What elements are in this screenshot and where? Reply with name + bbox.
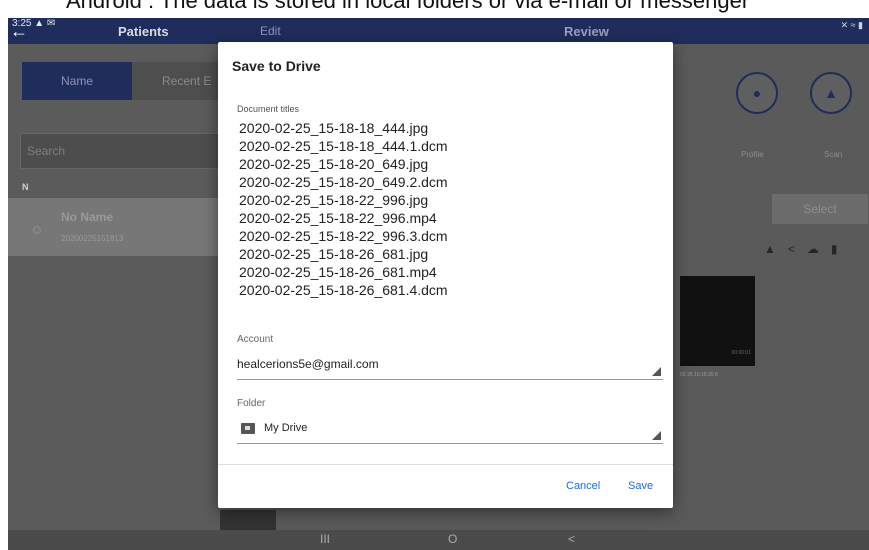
tab-patients[interactable]: Patients bbox=[118, 24, 169, 39]
back-arrow-icon[interactable]: ← bbox=[10, 22, 28, 40]
list-item: 2020-02-25_15-18-18_444.jpg bbox=[239, 120, 429, 136]
list-item: 2020-02-25_15-18-18_444.1.dcm bbox=[239, 138, 448, 154]
tab-edit[interactable]: Edit bbox=[260, 24, 281, 38]
nav-back-button[interactable]: < bbox=[568, 532, 575, 546]
list-item: 2020-02-25_15-18-22_996.mp4 bbox=[239, 210, 437, 226]
top-bar: 3:25 ▲ ✉ ← Patients Edit Review ✕ ≈ ▮ bbox=[8, 18, 869, 44]
save-button[interactable]: Save bbox=[628, 480, 653, 492]
cancel-button[interactable]: Cancel bbox=[566, 480, 600, 492]
list-item: 2020-02-25_15-18-20_649.2.dcm bbox=[239, 174, 448, 190]
person-icon: ☺ bbox=[30, 222, 44, 237]
select-button[interactable]: Select bbox=[772, 194, 868, 224]
search-input[interactable]: Search bbox=[20, 133, 220, 169]
patient-row[interactable]: ☺ No Name 20200225151813 bbox=[8, 198, 220, 256]
document-list: 2020-02-25_15-18-18_444.jpg 2020-02-25_1… bbox=[239, 119, 448, 299]
dropdown-arrow-icon bbox=[652, 431, 661, 440]
thumbnail-timestamp: 00:00:01 bbox=[731, 350, 751, 356]
status-icons: ✕ ≈ ▮ bbox=[840, 20, 863, 30]
divider bbox=[218, 464, 673, 465]
system-nav-bar: III O < bbox=[8, 530, 869, 550]
list-item: 2020-02-25_15-18-20_649.jpg bbox=[239, 156, 429, 172]
share-icon[interactable]: < bbox=[788, 242, 795, 256]
list-item: 2020-02-25_15-18-26_681.4.dcm bbox=[239, 282, 448, 298]
bottom-graphic bbox=[220, 510, 276, 530]
patient-id: 20200225151813 bbox=[61, 234, 124, 243]
group-header: N bbox=[22, 182, 29, 192]
action-icons: ▲ < ☁ ▮ bbox=[764, 242, 869, 256]
patient-name: No Name bbox=[61, 210, 114, 224]
account-value: healcerions5e@gmail.com bbox=[237, 357, 379, 371]
account-label: Account bbox=[237, 334, 274, 345]
document-titles-label: Document titles bbox=[237, 104, 300, 114]
dialog-title: Save to Drive bbox=[232, 58, 321, 74]
profile-button[interactable]: ● bbox=[736, 72, 778, 114]
probe-icon: ▲ bbox=[824, 85, 838, 101]
scan-button[interactable]: ▲ bbox=[810, 72, 852, 114]
list-item: 2020-02-25_15-18-26_681.jpg bbox=[239, 246, 429, 262]
list-item: 2020-02-25_15-18-22_996.3.dcm bbox=[239, 228, 448, 244]
home-button[interactable]: O bbox=[448, 532, 457, 546]
drive-folder-icon bbox=[241, 423, 255, 434]
sort-name-button[interactable]: Name bbox=[22, 62, 132, 100]
tab-review[interactable]: Review bbox=[564, 24, 609, 39]
dropdown-arrow-icon bbox=[652, 367, 661, 376]
person-icon: ● bbox=[752, 85, 762, 101]
caption-text: Android : The data is stored in local fo… bbox=[66, 0, 750, 13]
save-to-drive-dialog: Save to Drive Document titles 2020-02-25… bbox=[218, 42, 673, 508]
folder-dropdown[interactable]: My Drive bbox=[237, 418, 663, 444]
thumbnail-date: 02-25 15:18:26 8 bbox=[680, 372, 718, 378]
list-item: 2020-02-25_15-18-22_996.jpg bbox=[239, 192, 429, 208]
patients-panel: Name Recent E Search N ☺ No Name 2020022… bbox=[8, 44, 242, 530]
trash-icon[interactable]: ▮ bbox=[831, 242, 838, 256]
ultrasound-thumbnail[interactable]: 00:00:01 bbox=[680, 276, 755, 366]
account-dropdown[interactable]: healcerions5e@gmail.com bbox=[237, 354, 663, 380]
folder-label: Folder bbox=[237, 398, 266, 409]
probe-icon[interactable]: ▲ bbox=[764, 242, 776, 256]
folder-value: My Drive bbox=[264, 422, 308, 434]
list-item: 2020-02-25_15-18-26_681.mp4 bbox=[239, 264, 437, 280]
recents-button[interactable]: III bbox=[320, 532, 330, 546]
profile-label: Profile bbox=[741, 150, 764, 159]
cloud-upload-icon[interactable]: ☁ bbox=[807, 242, 819, 256]
scan-label: Scan bbox=[824, 150, 843, 159]
